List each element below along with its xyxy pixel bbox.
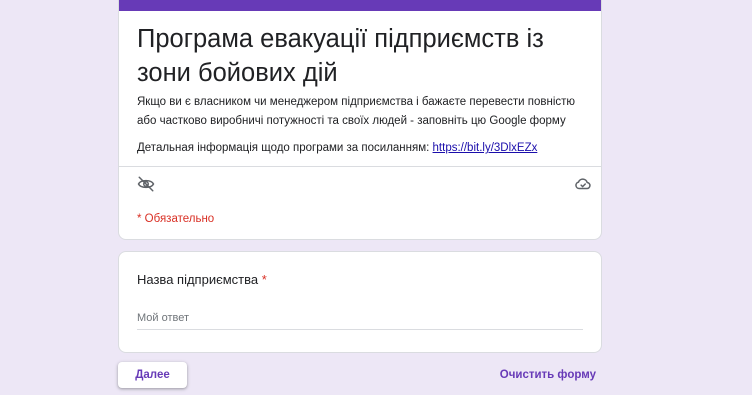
form-header-card: Програма евакуації підприємств із зони б… bbox=[118, 0, 602, 240]
clear-form-button[interactable]: Очистить форму bbox=[500, 362, 596, 388]
question-label: Назва підприємства * bbox=[137, 272, 267, 287]
form-title: Програма евакуації підприємств із зони б… bbox=[137, 25, 544, 87]
cloud-done-icon[interactable] bbox=[573, 174, 593, 194]
question-card: Назва підприємства * bbox=[118, 251, 602, 353]
form-description: Якщо ви є власником чи менеджером підпри… bbox=[137, 96, 576, 127]
header-divider bbox=[119, 166, 601, 167]
form-info-link[interactable]: https://bit.ly/3DlxEZx bbox=[433, 142, 538, 154]
visibility-off-icon[interactable] bbox=[136, 174, 156, 194]
required-star: * bbox=[261, 272, 267, 287]
required-note: * Обязательно bbox=[137, 213, 215, 225]
next-button[interactable]: Далее bbox=[118, 362, 187, 388]
form-info: Детальная інформація щодо програми за по… bbox=[137, 139, 597, 158]
answer-input[interactable] bbox=[137, 307, 583, 330]
form-accent-bar bbox=[119, 0, 601, 11]
question-label-text: Назва підприємства bbox=[137, 272, 259, 287]
form-info-text: Детальная інформація щодо програми за по… bbox=[137, 142, 433, 154]
